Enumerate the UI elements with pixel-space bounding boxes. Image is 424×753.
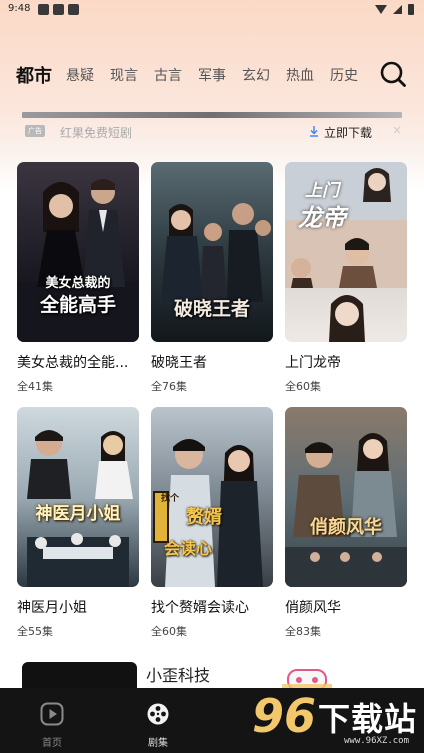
poster-title-line: 俏颜风华 (310, 517, 382, 538)
drama-episode-count: 全41集 (17, 380, 53, 393)
site-watermark: 96 下载站 www.96XZ.com (252, 688, 424, 753)
drama-card[interactable]: 美女总裁的 全能高手 美女总裁的全能... 全41集 (17, 162, 139, 394)
poster-image (17, 407, 139, 587)
category-tabs: 都市 悬疑 现言 古言 军事 玄幻 热血 历史 (16, 60, 374, 90)
play-icon (40, 702, 64, 726)
drama-title[interactable]: 找个赘婿会读心 (151, 597, 273, 617)
poster-title-line: 美女总裁的 (45, 276, 111, 291)
watermark-logo-digits: 96 (252, 689, 317, 743)
drama-card[interactable]: 找个 赘婿 会读心 找个赘婿会读心 全60集 (151, 407, 273, 639)
bottom-ad-thumbnail (22, 662, 137, 690)
download-icon (310, 126, 318, 137)
ad-banner[interactable]: 广告 红果免费短剧 立即下载 × (22, 112, 402, 144)
poster-title-line: 全能高手 (39, 294, 116, 316)
notification-icon (38, 4, 49, 15)
watermark-url: www.96XZ.com (344, 736, 410, 746)
tab-lishi[interactable]: 历史 (330, 65, 358, 85)
drama-episode-count: 全60集 (285, 380, 321, 393)
drama-title[interactable]: 俏颜风华 (285, 597, 407, 617)
drama-poster[interactable]: 找个 赘婿 会读心 (151, 407, 273, 587)
wifi-icon (375, 5, 387, 14)
drama-episode-count: 全55集 (17, 625, 53, 638)
ad-close-button[interactable]: × (392, 123, 402, 137)
nav-episodes[interactable]: 剧集 (128, 702, 188, 749)
drama-title[interactable]: 美女总裁的全能... (17, 352, 139, 372)
drama-card[interactable]: 神医月小姐 神医月小姐 全55集 (17, 407, 139, 639)
battery-icon (408, 4, 414, 15)
bottom-ad[interactable]: 小歪科技 (22, 660, 412, 690)
drama-title[interactable]: 上门龙帝 (285, 352, 407, 372)
poster-title-line: 破晓王者 (173, 298, 250, 320)
tab-dushi[interactable]: 都市 (16, 62, 52, 88)
poster-title-line: 神医月小姐 (35, 504, 121, 524)
ad-image-strip (22, 112, 402, 118)
drama-card[interactable]: 破晓王者 破晓王者 全76集 (151, 162, 273, 394)
drama-poster[interactable]: 破晓王者 (151, 162, 273, 342)
drama-title[interactable]: 神医月小姐 (17, 597, 139, 617)
film-reel-icon (147, 703, 169, 725)
notification-icon (53, 4, 64, 15)
tab-xuanyi[interactable]: 悬疑 (66, 65, 94, 85)
ad-title: 红果免费短剧 (60, 126, 133, 140)
nav-episodes-label: 剧集 (148, 738, 168, 749)
drama-poster[interactable]: 俏颜风华 (285, 407, 407, 587)
search-icon[interactable] (379, 60, 407, 88)
poster-title-line: 赘婿 (186, 507, 222, 528)
tab-junshi[interactable]: 军事 (198, 65, 226, 85)
tab-xuanhuan[interactable]: 玄幻 (242, 65, 270, 85)
drama-episode-count: 全76集 (151, 380, 187, 393)
watermark-site-name: 下载站 (318, 700, 418, 738)
drama-card[interactable]: 俏颜风华 俏颜风华 全83集 (285, 407, 407, 639)
drama-episode-count: 全83集 (285, 625, 321, 638)
poster-title-line: 龙帝 (298, 204, 346, 232)
tab-guyan[interactable]: 古言 (154, 65, 182, 85)
drama-poster[interactable]: 上门 龙帝 (285, 162, 407, 342)
ad-download-button[interactable]: 立即下载 (324, 124, 372, 141)
nav-home[interactable]: 首页 (22, 702, 82, 749)
drama-card[interactable]: 上门 龙帝 上门龙帝 全60集 (285, 162, 407, 394)
nav-home-label: 首页 (42, 738, 62, 749)
drama-title[interactable]: 破晓王者 (151, 352, 273, 372)
status-bar: 9:48 (0, 0, 424, 20)
poster-title-line: 会读心 (163, 539, 212, 558)
tab-xianyan[interactable]: 现言 (110, 65, 138, 85)
drama-episode-count: 全60集 (151, 625, 187, 638)
tab-rexue[interactable]: 热血 (286, 65, 314, 85)
poster-image (285, 407, 407, 587)
drama-poster[interactable]: 美女总裁的 全能高手 (17, 162, 139, 342)
notification-icon (68, 4, 79, 15)
ad-badge: 广告 (25, 125, 45, 137)
signal-icon (393, 5, 402, 14)
bottom-ad-name: 小歪科技 (146, 666, 211, 685)
status-time: 9:48 (8, 3, 31, 14)
drama-poster[interactable]: 神医月小姐 (17, 407, 139, 587)
